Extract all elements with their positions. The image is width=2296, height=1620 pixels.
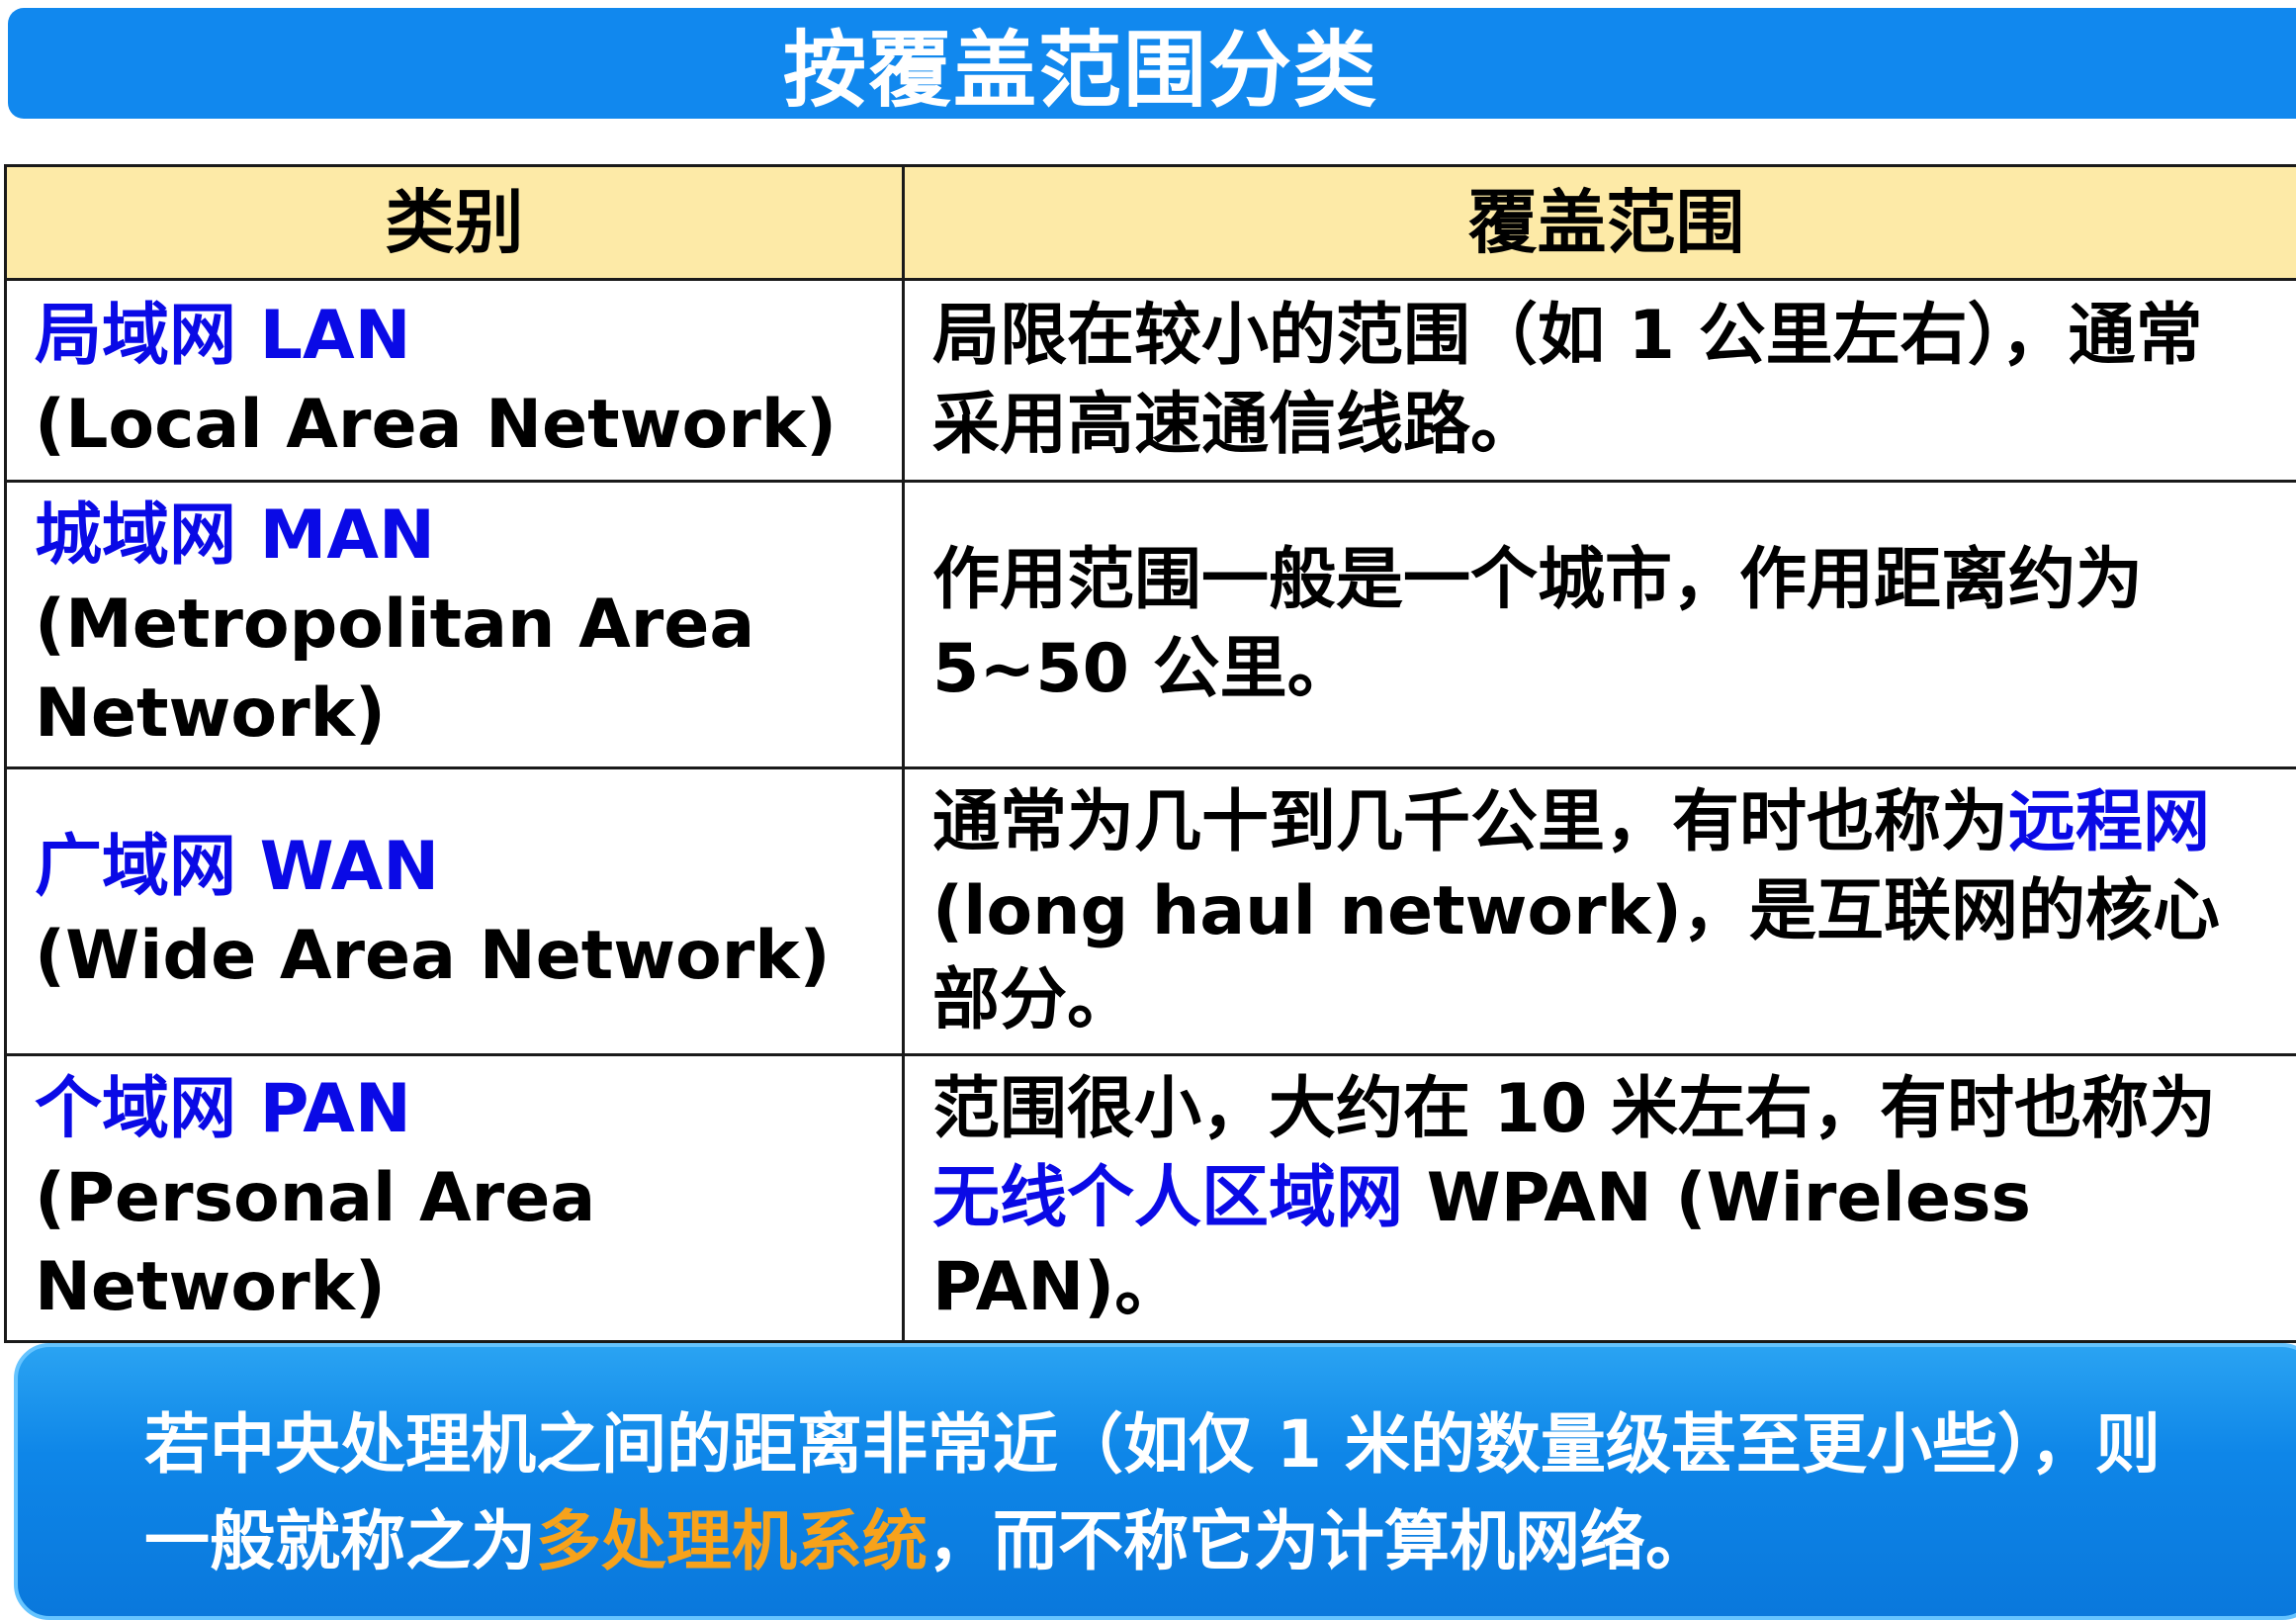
category-name: 个域网 PAN bbox=[35, 1065, 902, 1154]
coverage-text: 作用范围一般是一个城市，作用距离约为 5~50 公里。 bbox=[932, 541, 2143, 708]
coverage-table: 类别 覆盖范围 局域网 LAN (Local Area Network) 局限在… bbox=[4, 164, 2296, 1343]
category-cell: 广域网 WAN (Wide Area Network) bbox=[6, 768, 904, 1055]
coverage-text: (long haul network)，是互联网的核心部分。 bbox=[932, 872, 2220, 1039]
category-english: (Wide Area Network) bbox=[35, 912, 902, 1001]
coverage-cell: 局限在较小的范围（如 1 公里左右），通常采用高速通信线路。 bbox=[904, 280, 2296, 482]
header-category: 类别 bbox=[6, 166, 904, 280]
title-bar: 按覆盖范围分类 bbox=[8, 8, 2296, 119]
note-part-2: ，而不称它为计算机网络。 bbox=[927, 1503, 1711, 1579]
coverage-cell: 作用范围一般是一个城市，作用距离约为 5~50 公里。 bbox=[904, 482, 2296, 768]
coverage-text: 范围很小，大约在 10 米左右，有时也称为 bbox=[932, 1070, 2216, 1148]
category-name: 广域网 WAN bbox=[35, 823, 902, 912]
table-header-row: 类别 覆盖范围 bbox=[6, 166, 2296, 280]
page-title: 按覆盖范围分类 bbox=[783, 4, 1378, 124]
category-name: 局域网 LAN bbox=[35, 292, 902, 381]
table-row: 城域网 MAN (Metropolitan Area Network) 作用范围… bbox=[6, 482, 2296, 768]
category-name: 城域网 MAN bbox=[35, 492, 902, 581]
coverage-text: 局限在较小的范围（如 1 公里左右），通常采用高速通信线路。 bbox=[932, 297, 2203, 464]
table-row: 广域网 WAN (Wide Area Network) 通常为几十到几千公里，有… bbox=[6, 768, 2296, 1055]
coverage-cell: 范围很小，大约在 10 米左右，有时也称为无线个人区域网 WPAN (Wirel… bbox=[904, 1055, 2296, 1342]
category-english: (Personal Area Network) bbox=[35, 1154, 902, 1332]
category-cell: 城域网 MAN (Metropolitan Area Network) bbox=[6, 482, 904, 768]
category-english: (Metropolitan Area Network) bbox=[35, 581, 902, 759]
coverage-cell: 通常为几十到几千公里，有时也称为远程网 (long haul network)，是… bbox=[904, 768, 2296, 1055]
coverage-text: 通常为几十到几千公里，有时也称为 bbox=[932, 783, 2008, 861]
category-cell: 局域网 LAN (Local Area Network) bbox=[6, 280, 904, 482]
header-coverage: 覆盖范围 bbox=[904, 166, 2296, 280]
table-row: 个域网 PAN (Personal Area Network) 范围很小，大约在… bbox=[6, 1055, 2296, 1342]
note-highlight: 多处理机系统 bbox=[536, 1503, 927, 1579]
category-english: (Local Area Network) bbox=[35, 381, 902, 470]
category-cell: 个域网 PAN (Personal Area Network) bbox=[6, 1055, 904, 1342]
coverage-highlight: 无线个人区域网 bbox=[932, 1159, 1403, 1237]
note-text: 若中央处理机之间的距离非常近（如仅 1 米的数量级甚至更小些），则一般就称之为多… bbox=[144, 1396, 2181, 1590]
note-box: 若中央处理机之间的距离非常近（如仅 1 米的数量级甚至更小些），则一般就称之为多… bbox=[14, 1343, 2296, 1620]
coverage-highlight: 远程网 bbox=[2008, 783, 2210, 861]
table-row: 局域网 LAN (Local Area Network) 局限在较小的范围（如 … bbox=[6, 280, 2296, 482]
